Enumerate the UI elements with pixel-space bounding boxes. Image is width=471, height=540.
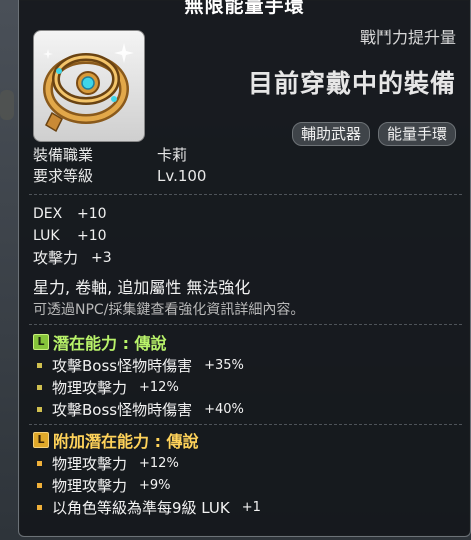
tag-secondary-weapon: 輔助武器 [291, 122, 370, 146]
item-stats: DEX +10 LUK +10 攻擊力 +3 [33, 203, 112, 269]
stat-value: +3 [91, 250, 112, 266]
bullet-icon [37, 384, 42, 390]
potential-line: 攻擊Boss怪物時傷害 +40% [33, 398, 244, 420]
potential-value: +12% [139, 379, 179, 395]
item-icon-frame [33, 30, 145, 142]
bonus-potential-line: 物理攻擊力 +9% [33, 474, 261, 496]
potential-label: 攻擊Boss怪物時傷害 [52, 356, 193, 375]
stat-row: LUK +10 [33, 225, 112, 247]
bonus-potential-label: 以角色等級為準每9級 LUK [52, 498, 230, 517]
bullet-icon [37, 406, 42, 412]
legendary-badge-icon: L [33, 432, 49, 448]
item-tags: 輔助武器 能量手環 [291, 122, 456, 146]
upgrade-restrictions: 星力, 卷軸, 追加屬性 無法強化 [33, 278, 251, 297]
divider [29, 424, 462, 425]
background-panel [0, 90, 14, 120]
bonus-potential-header: L 附加潛在能力 : 傳說 [33, 428, 261, 452]
potential-title: 潛在能力 : 傳說 [53, 334, 167, 353]
stat-row: DEX +10 [33, 203, 112, 225]
stat-value: +10 [77, 228, 107, 244]
bullet-icon [37, 482, 42, 488]
bonus-potential-value: +1 [241, 499, 261, 515]
stat-row: 攻擊力 +3 [33, 247, 112, 269]
potential-header: L 潛在能力 : 傳說 [33, 330, 244, 354]
energy-bracelet-icon [43, 43, 134, 133]
requirement-value: 卡莉 [157, 146, 188, 164]
item-tooltip: 無限能量手環 戰鬥力提升量 目前穿戴中的裝備 輔助武器 能量手環 裝備職業 卡莉… [18, 0, 471, 537]
bonus-potential-line: 以角色等級為準每9級 LUK +1 [33, 496, 261, 518]
potential-label: 物理攻擊力 [52, 378, 128, 397]
potential-label: 攻擊Boss怪物時傷害 [52, 400, 193, 419]
requirement-key: 裝備職業 [33, 146, 94, 164]
equipped-label: 目前穿戴中的裝備 [247, 69, 456, 98]
upgrade-note: 可透過NPC/採集鍵查看強化資訊詳細內容。 [33, 302, 305, 318]
requirement-value: Lv.100 [157, 167, 207, 185]
bonus-potential-value: +9% [139, 477, 171, 493]
combat-power-label: 戰鬥力提升量 [359, 28, 456, 47]
potential-value: +40% [204, 401, 244, 417]
bonus-potential-label: 物理攻擊力 [52, 454, 128, 473]
bonus-potential-title: 附加潛在能力 : 傳說 [53, 432, 199, 451]
bullet-icon [37, 504, 42, 510]
tag-energy-bracelet: 能量手環 [377, 122, 456, 146]
requirement-row: 裝備職業 卡莉 [33, 145, 206, 166]
bonus-potential-line: 物理攻擊力 +12% [33, 452, 261, 474]
bonus-potential-label: 物理攻擊力 [52, 476, 128, 495]
requirement-row: 要求等級 Lv.100 [33, 166, 206, 187]
bonus-potential-value: +12% [139, 455, 179, 471]
potential-section: L 潛在能力 : 傳說 攻擊Boss怪物時傷害 +35% 物理攻擊力 +12% … [33, 330, 244, 420]
potential-line: 攻擊Boss怪物時傷害 +35% [33, 354, 244, 376]
potential-line: 物理攻擊力 +12% [33, 376, 244, 398]
stat-key: DEX [33, 206, 63, 222]
legendary-badge-icon: L [33, 334, 49, 350]
item-name: 無限能量手環 [184, 0, 305, 17]
requirement-key: 要求等級 [33, 167, 94, 185]
bonus-potential-section: L 附加潛在能力 : 傳說 物理攻擊力 +12% 物理攻擊力 +9% 以角色等級… [33, 428, 261, 518]
stat-key: LUK [33, 228, 60, 244]
potential-value: +35% [204, 357, 244, 373]
bullet-icon [37, 362, 42, 368]
stat-value: +10 [77, 206, 107, 222]
bullet-icon [37, 460, 42, 466]
stat-key: 攻擊力 [33, 249, 79, 267]
divider [29, 324, 462, 325]
divider [29, 194, 462, 195]
requirements: 裝備職業 卡莉 要求等級 Lv.100 [33, 145, 206, 187]
